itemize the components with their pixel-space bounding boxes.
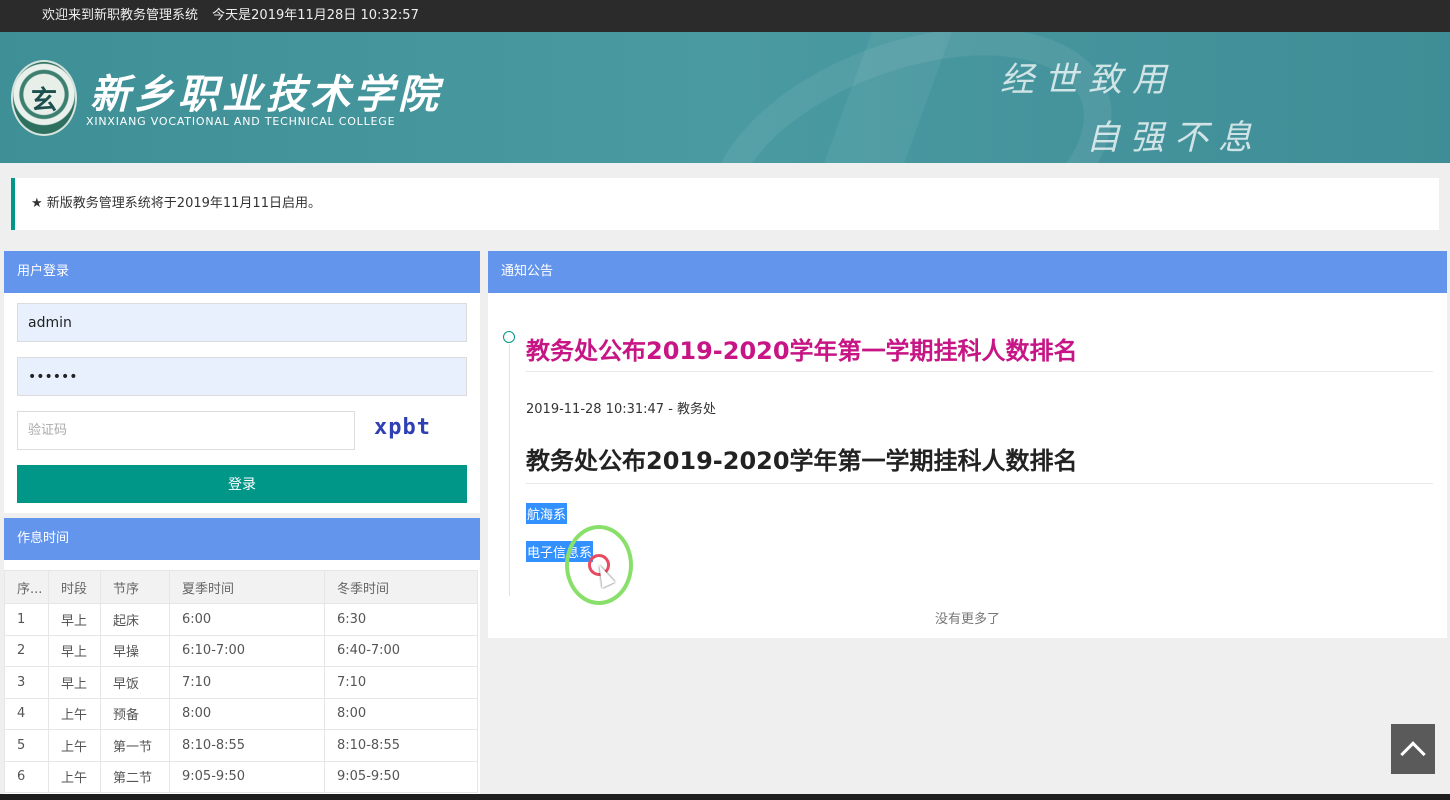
cell-index: 2 — [4, 634, 49, 667]
cell-winter: 7:10 — [324, 666, 478, 699]
cell-winter: 6:40-7:00 — [324, 634, 478, 667]
department-item: 航海系 — [526, 503, 568, 524]
login-panel: 用户登录 xpbt 登录 — [4, 251, 480, 513]
column-header-winter[interactable]: 冬季时间 — [324, 570, 478, 604]
cell-winter: 9:05-9:50 — [324, 760, 478, 793]
welcome-text: 欢迎来到新职教务管理系统 — [42, 8, 199, 23]
table-row: 2 早上 早操 6:10-7:00 6:40-7:00 — [4, 634, 478, 667]
cell-summer: 8:10-8:55 — [169, 729, 325, 762]
cell-session: 第二节 — [100, 760, 170, 793]
no-more-text: 没有更多了 — [934, 612, 1000, 627]
cell-index: 5 — [4, 729, 49, 762]
news-item-meta: 2019-11-28 10:31:47 - 教务处 — [526, 402, 717, 417]
table-row: 1 早上 起床 6:00 6:30 — [4, 603, 478, 636]
cell-session: 早饭 — [100, 666, 170, 699]
column-header-summer[interactable]: 夏季时间 — [169, 570, 325, 604]
cell-summer: 8:00 — [169, 697, 325, 730]
announcement-text: 新版教务管理系统将于2019年11月11日启用。 — [46, 196, 321, 211]
cell-summer: 6:10-7:00 — [169, 634, 325, 667]
password-input[interactable] — [17, 357, 467, 396]
timeline-line — [509, 344, 510, 596]
login-panel-title: 用户登录 — [4, 251, 480, 293]
chevron-up-icon — [1400, 741, 1426, 767]
college-name-cn: 新乡职业技术学院 — [90, 71, 442, 118]
divider — [526, 483, 1433, 484]
star-icon: ★ — [31, 196, 43, 211]
captcha-image[interactable]: xpbt — [374, 415, 431, 440]
cell-session: 预备 — [100, 697, 170, 730]
announcement-bar: ★ 新版教务管理系统将于2019年11月11日启用。 — [11, 178, 1439, 230]
cell-period: 上午 — [48, 729, 101, 762]
news-item-title-link[interactable]: 教务处公布2019-2020学年第一学期挂科人数排名 — [526, 331, 1078, 366]
timeline-dot-icon — [503, 331, 515, 343]
cell-session: 起床 — [100, 603, 170, 636]
column-header-period[interactable]: 时段 — [48, 570, 101, 604]
cell-period: 早上 — [48, 634, 101, 667]
cell-winter: 8:10-8:55 — [324, 729, 478, 762]
cell-period: 上午 — [48, 697, 101, 730]
cell-session: 早操 — [100, 634, 170, 667]
table-header-row: 序... 时段 节序 夏季时间 冬季时间 — [4, 570, 478, 604]
table-row: 6 上午 第二节 9:05-9:50 9:05-9:50 — [4, 760, 478, 793]
column-header-session[interactable]: 节序 — [100, 570, 170, 604]
cell-summer: 9:05-9:50 — [169, 760, 325, 793]
username-input[interactable] — [17, 303, 467, 342]
table-row: 4 上午 预备 8:00 8:00 — [4, 697, 478, 730]
cell-period: 早上 — [48, 603, 101, 636]
college-banner: 玄 新乡职业技术学院 XINXIANG VOCATIONAL AND TECHN… — [0, 32, 1450, 163]
table-row: 3 早上 早饭 7:10 7:10 — [4, 666, 478, 699]
cell-index: 1 — [4, 603, 49, 636]
back-to-top-button[interactable] — [1391, 724, 1435, 774]
schedule-table: 序... 时段 节序 夏季时间 冬季时间 1 早上 起床 6:00 6:30 2… — [4, 570, 478, 793]
news-panel: 通知公告 教务处公布2019-2020学年第一学期挂科人数排名 2019-11-… — [488, 251, 1447, 638]
divider — [526, 371, 1433, 372]
cell-period: 早上 — [48, 666, 101, 699]
motto-line-1: 经世致用 — [1000, 60, 1176, 100]
cell-index: 4 — [4, 697, 49, 730]
motto-line-2: 自强不息 — [1086, 118, 1262, 158]
cell-period: 上午 — [48, 760, 101, 793]
taskbar-strip — [0, 794, 1450, 800]
cell-session: 第一节 — [100, 729, 170, 762]
department-item: 电子信息系 — [526, 541, 594, 562]
cell-winter: 6:30 — [324, 603, 478, 636]
college-name-en: XINXIANG VOCATIONAL AND TECHNICAL COLLEG… — [86, 115, 396, 128]
top-bar: 欢迎来到新职教务管理系统 今天是2019年11月28日 10:32:57 — [0, 0, 1450, 32]
college-logo-icon: 玄 — [11, 60, 77, 136]
login-button[interactable]: 登录 — [17, 465, 467, 503]
cell-summer: 6:00 — [169, 603, 325, 636]
cell-summer: 7:10 — [169, 666, 325, 699]
schedule-panel: 作息时间 序... 时段 节序 夏季时间 冬季时间 1 早上 起床 6:00 6… — [4, 518, 480, 800]
news-panel-title: 通知公告 — [488, 251, 1447, 293]
current-datetime: 今天是2019年11月28日 10:32:57 — [212, 8, 419, 23]
table-row: 5 上午 第一节 8:10-8:55 8:10-8:55 — [4, 729, 478, 762]
schedule-panel-title: 作息时间 — [4, 518, 480, 560]
cell-winter: 8:00 — [324, 697, 478, 730]
cell-index: 6 — [4, 760, 49, 793]
captcha-input[interactable] — [17, 411, 355, 450]
news-content-title: 教务处公布2019-2020学年第一学期挂科人数排名 — [526, 447, 1078, 475]
cell-index: 3 — [4, 666, 49, 699]
column-header-index[interactable]: 序... — [4, 570, 49, 604]
